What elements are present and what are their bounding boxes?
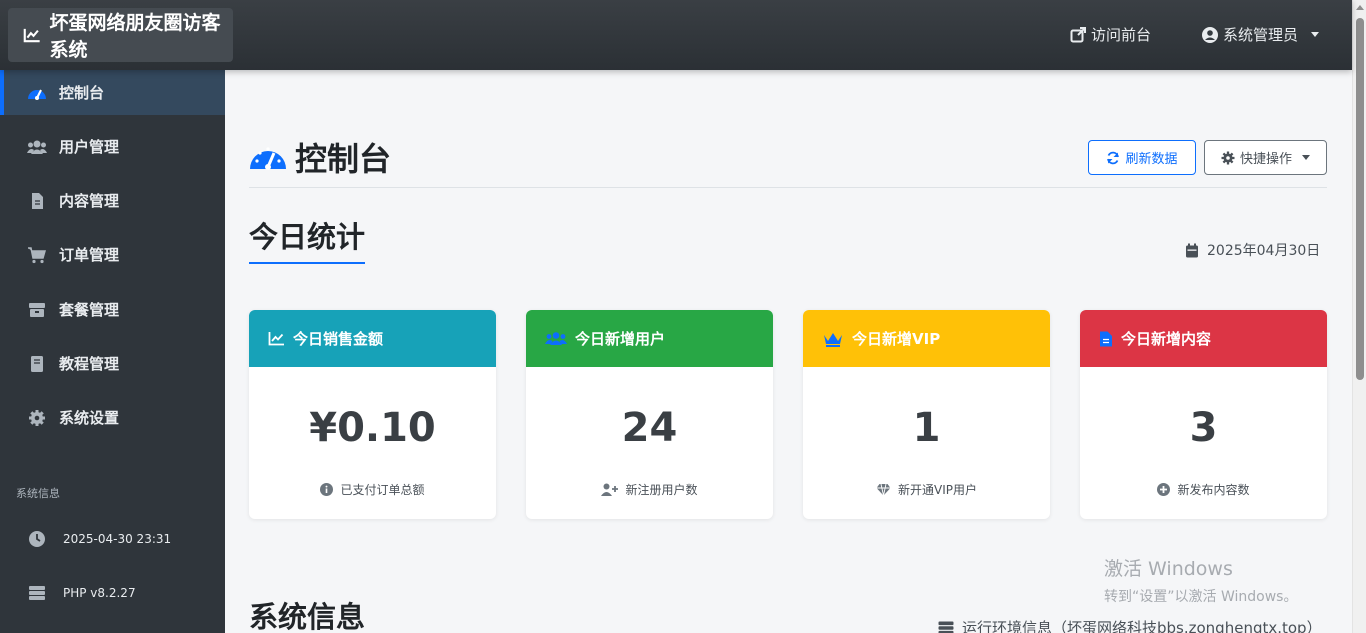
system-info-label: 系统信息: [16, 487, 60, 500]
stat-card-title: 今日新增用户: [575, 330, 666, 348]
stat-card-note-text: 新开通VIP用户: [898, 483, 977, 497]
stat-card-new-vip: 今日新增VIP 1 新开通VIP用户: [803, 310, 1050, 519]
stat-card-title: 今日新增VIP: [852, 330, 941, 348]
env-info: 运行环境信息（坏蛋网络科技bbs.zonghengtx.top）: [938, 617, 1322, 633]
stat-card-note: 已支付订单总额: [249, 481, 496, 498]
php-version-value: PHP v8.2.27: [63, 586, 136, 600]
sidebar-item-packages[interactable]: 套餐管理: [0, 287, 225, 332]
server-time: 2025-04-30 23:31: [28, 530, 171, 548]
user-plus-icon: [601, 483, 619, 496]
clock-icon: [29, 531, 45, 547]
sidebar-item-orders[interactable]: 订单管理: [0, 232, 225, 277]
brand-logo[interactable]: 坏蛋网络朋友圈访客系统: [8, 8, 233, 62]
sidebar-item-label: 订单管理: [59, 246, 120, 264]
scroll-up-icon[interactable]: [1356, 5, 1364, 10]
watermark-line2: 转到“设置”以激活 Windows。: [1104, 589, 1298, 605]
user-circle-icon: [1202, 26, 1218, 43]
crown-icon: [824, 332, 842, 347]
page-title: 控制台: [249, 134, 391, 180]
sidebar-item-settings[interactable]: 系统设置: [0, 395, 225, 440]
file-icon: [32, 192, 43, 209]
stat-card-note: 新开通VIP用户: [803, 481, 1050, 498]
stat-card-value: 24: [621, 405, 678, 451]
stat-card-value: ¥0.10: [309, 405, 436, 451]
cart-icon: [28, 246, 46, 263]
quick-actions-button[interactable]: 快捷操作: [1204, 140, 1327, 175]
main-content: 控制台 刷新数据 快捷操作 今日统计 2025年04月30日 今日销售金额 ¥0…: [225, 70, 1352, 633]
stat-card-sales: 今日销售金额 ¥0.10 已支付订单总额: [249, 310, 496, 519]
visit-frontend-label: 访问前台: [1091, 26, 1152, 44]
gem-icon: [876, 483, 891, 496]
current-date: 2025年04月30日: [1185, 240, 1320, 260]
php-version: PHP v8.2.27: [28, 585, 136, 601]
chart-line-icon: [268, 332, 284, 346]
stat-card-note: 新发布内容数: [1080, 481, 1327, 498]
watermark-line1: 激活 Windows: [1104, 558, 1233, 580]
refresh-data-label: 刷新数据: [1125, 152, 1178, 167]
file-icon: [1100, 331, 1112, 346]
sidebar-item-label: 内容管理: [59, 192, 120, 210]
server-time-value: 2025-04-30 23:31: [63, 532, 172, 546]
book-icon: [31, 355, 43, 372]
info-icon: [320, 483, 334, 496]
calendar-icon: [1186, 243, 1198, 257]
env-info-text: 运行环境信息（坏蛋网络科技bbs.zonghengtx.top）: [962, 619, 1322, 633]
header-divider: [249, 187, 1327, 188]
sidebar: 控制台 用户管理 内容管理 订单管理 套餐管理 教程管理 系统设置 系统信息 2…: [0, 70, 225, 633]
stat-card-header: 今日新增VIP: [803, 310, 1050, 367]
page-title-text: 控制台: [295, 140, 392, 178]
sidebar-item-users[interactable]: 用户管理: [0, 124, 225, 169]
sidebar-item-label: 控制台: [59, 84, 105, 102]
gear-icon: [29, 409, 45, 426]
stat-card-header: 今日新增内容: [1080, 310, 1327, 367]
chart-line-icon: [23, 28, 40, 43]
sidebar-item-dashboard[interactable]: 控制台: [0, 70, 225, 115]
box-icon: [29, 302, 45, 317]
today-stats-title: 今日统计: [249, 214, 366, 264]
stat-card-note-text: 已支付订单总额: [340, 483, 425, 497]
stat-card-header: 今日销售金额: [249, 310, 496, 367]
system-info-title: 系统信息: [249, 600, 366, 633]
sidebar-item-tutorials[interactable]: 教程管理: [0, 341, 225, 386]
chevron-down-icon: [1302, 155, 1310, 160]
external-link-icon: [1070, 26, 1086, 42]
page-scrollbar[interactable]: [1352, 0, 1366, 633]
stat-card-value: 1: [912, 405, 941, 451]
sidebar-item-label: 教程管理: [59, 355, 120, 373]
stat-card-title: 今日销售金额: [293, 330, 384, 348]
dashboard-icon: [28, 89, 46, 100]
plus-circle-icon: [1157, 483, 1171, 496]
users-icon: [545, 332, 567, 345]
windows-activation-watermark: 激活 Windows 转到“设置”以激活 Windows。: [1104, 554, 1297, 606]
stat-card-note-text: 新发布内容数: [1177, 483, 1250, 497]
stat-card-new-content: 今日新增内容 3 新发布内容数: [1080, 310, 1327, 519]
stat-card-new-users: 今日新增用户 24 新注册用户数: [526, 310, 773, 519]
stat-card-note-text: 新注册用户数: [625, 483, 698, 497]
users-icon: [27, 140, 47, 154]
sidebar-item-content[interactable]: 内容管理: [0, 178, 225, 223]
admin-user-label: 系统管理员: [1223, 26, 1299, 44]
brand-title: 坏蛋网络朋友圈访客系统: [49, 12, 221, 61]
server-icon: [29, 586, 45, 600]
dashboard-icon: [250, 147, 286, 170]
scrollbar-thumb[interactable]: [1356, 18, 1364, 380]
visit-frontend-link[interactable]: 访问前台: [1070, 24, 1151, 45]
chevron-down-icon: [1311, 32, 1320, 37]
stat-card-title: 今日新增内容: [1121, 330, 1212, 348]
refresh-data-button[interactable]: 刷新数据: [1088, 140, 1196, 175]
admin-user-menu[interactable]: 系统管理员: [1202, 24, 1320, 45]
gear-icon: [1221, 151, 1235, 164]
stat-card-note: 新注册用户数: [526, 481, 773, 498]
refresh-icon: [1107, 151, 1120, 164]
stat-card-value: 3: [1189, 405, 1218, 451]
stat-card-header: 今日新增用户: [526, 310, 773, 367]
sidebar-item-label: 用户管理: [59, 138, 120, 156]
sidebar-item-label: 系统设置: [59, 409, 120, 427]
sidebar-item-label: 套餐管理: [59, 301, 120, 319]
quick-actions-label: 快捷操作: [1239, 152, 1292, 167]
top-navbar: 坏蛋网络朋友圈访客系统 访问前台 系统管理员: [0, 0, 1352, 70]
server-icon: [938, 621, 954, 633]
current-date-value: 2025年04月30日: [1207, 243, 1321, 259]
